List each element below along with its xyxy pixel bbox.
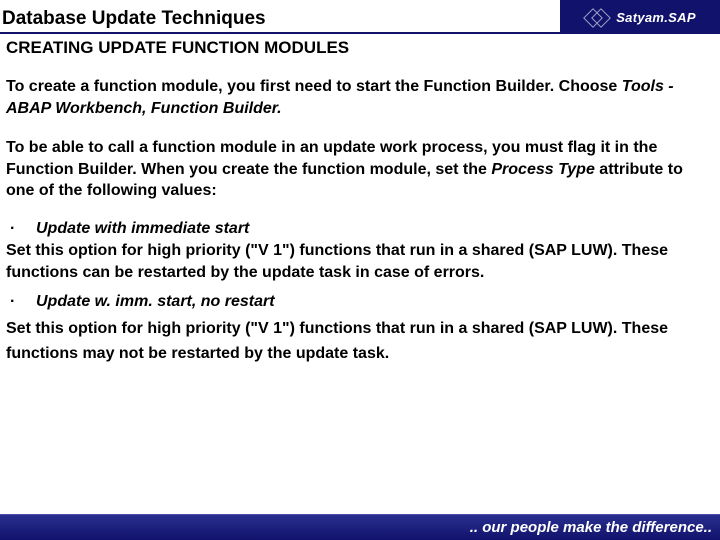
brand-text: Satyam.SAP [616, 10, 696, 25]
header-title-wrap: Database Update Techniques [0, 0, 560, 34]
satyam-icon [584, 6, 610, 28]
bullet-row-2: · Update w. imm. start, no restart [6, 293, 714, 311]
bullet-icon: · [6, 220, 36, 238]
bullet-2-desc: Set this option for high priority ("V 1"… [6, 317, 714, 367]
footer-bar [0, 514, 440, 540]
paragraph-1: To create a function module, you first n… [6, 76, 714, 119]
content-area: CREATING UPDATE FUNCTION MODULES To crea… [0, 34, 720, 367]
section-heading: CREATING UPDATE FUNCTION MODULES [6, 38, 714, 58]
para2-text-b: Process Type [491, 161, 594, 178]
footer-tagline: .. our people make the difference.. [440, 514, 720, 540]
bullet-row-1: · Update with immediate start [6, 220, 714, 238]
paragraph-2: To be able to call a function module in … [6, 137, 714, 202]
bullet-icon: · [6, 293, 36, 311]
bullet-1-title: Update with immediate start [36, 220, 249, 238]
brand-logo-area: Satyam.SAP [560, 0, 720, 34]
bullet-1-desc: Set this option for high priority ("V 1"… [6, 240, 714, 283]
header: Database Update Techniques Satyam.SAP [0, 0, 720, 34]
slide-title: Database Update Techniques [0, 8, 266, 30]
para1-text-a: To create a function module, you first n… [6, 78, 622, 95]
footer: .. our people make the difference.. [0, 514, 720, 540]
bullet-2-title: Update w. imm. start, no restart [36, 293, 275, 311]
